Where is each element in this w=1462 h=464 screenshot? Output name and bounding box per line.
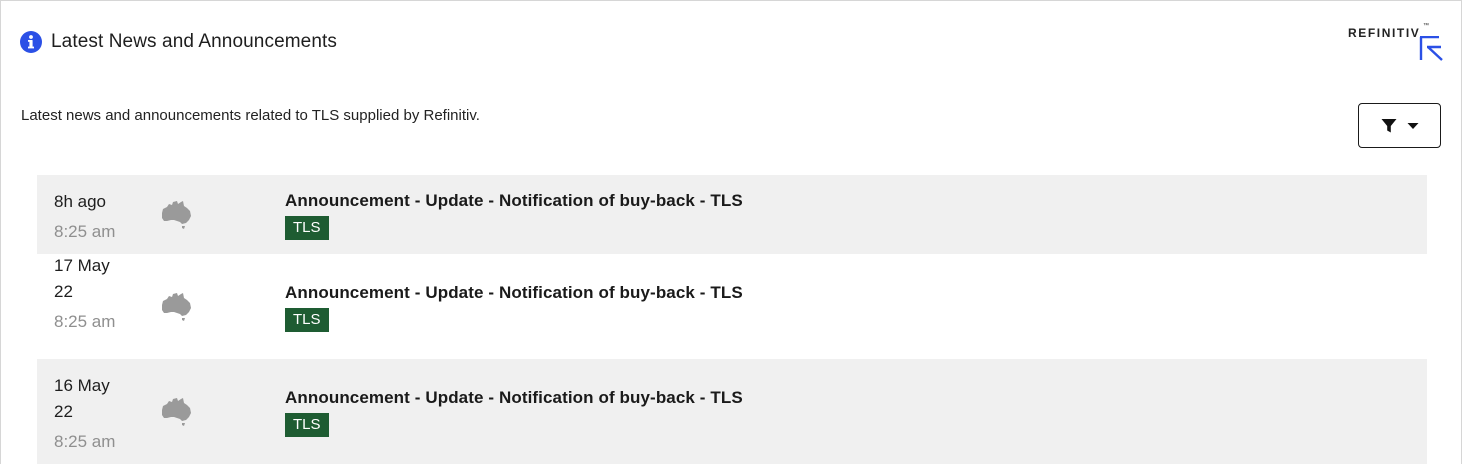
news-date: 16 May 22 8:25 am	[54, 373, 144, 455]
refinitiv-logo: REFINITIV ™	[1348, 23, 1444, 62]
news-row[interactable]: 16 May 22 8:25 am Announcement - Update …	[37, 359, 1427, 464]
chevron-down-icon	[1407, 122, 1418, 129]
filter-dropdown-button[interactable]	[1358, 103, 1441, 148]
logo-trademark: ™	[1423, 23, 1429, 29]
news-date-label: 16 May 22	[54, 376, 110, 421]
news-headline-block: Announcement - Update - Notification of …	[285, 191, 743, 240]
news-headline-block: Announcement - Update - Notification of …	[285, 388, 743, 437]
filter-icon	[1381, 118, 1396, 132]
page-title: Latest News and Announcements	[51, 31, 337, 52]
ticker-badge[interactable]: TLS	[285, 308, 329, 332]
news-headline-link[interactable]: Announcement - Update - Notification of …	[285, 191, 743, 211]
news-time-label: 8:25 am	[54, 432, 116, 451]
panel-header: Latest News and Announcements	[20, 31, 337, 53]
news-time-label: 8:25 am	[54, 312, 116, 331]
news-list: 8h ago 8:25 am Announcement - Update - N…	[37, 175, 1427, 464]
news-panel: Latest News and Announcements REFINITIV …	[0, 0, 1462, 464]
news-row[interactable]: 17 May 22 8:25 am Announcement - Update …	[37, 254, 1427, 359]
news-date: 8h ago 8:25 am	[54, 189, 144, 245]
news-date: 17 May 22 8:25 am	[54, 253, 144, 335]
ticker-badge[interactable]: TLS	[285, 413, 329, 437]
info-icon	[20, 31, 42, 53]
ticker-badge[interactable]: TLS	[285, 216, 329, 240]
logo-text: REFINITIV	[1348, 26, 1421, 40]
news-date-label: 8h ago	[54, 192, 106, 211]
australia-icon	[162, 201, 191, 229]
news-headline-link[interactable]: Announcement - Update - Notification of …	[285, 388, 743, 408]
refinitiv-mark-icon	[1419, 36, 1443, 61]
news-row[interactable]: 8h ago 8:25 am Announcement - Update - N…	[37, 175, 1427, 254]
news-date-label: 17 May 22	[54, 256, 110, 301]
news-headline-link[interactable]: Announcement - Update - Notification of …	[285, 283, 743, 303]
news-headline-block: Announcement - Update - Notification of …	[285, 283, 743, 332]
australia-icon	[162, 293, 191, 321]
news-time-label: 8:25 am	[54, 222, 116, 241]
panel-description: Latest news and announcements related to…	[21, 107, 480, 124]
australia-icon	[162, 398, 191, 426]
